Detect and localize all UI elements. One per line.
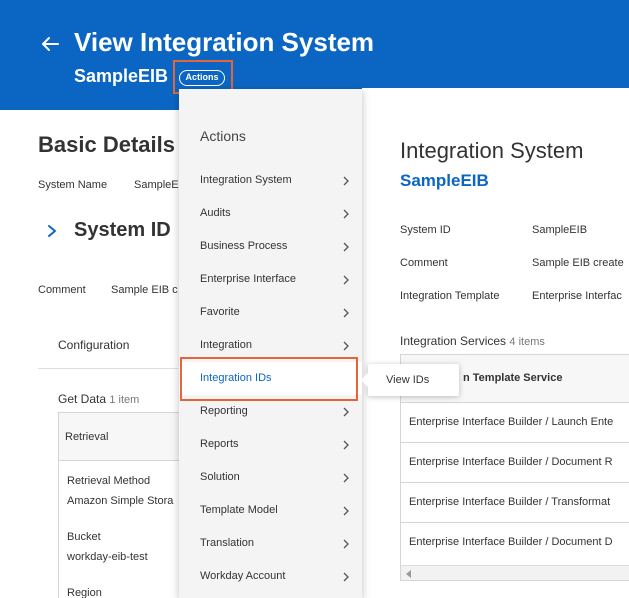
menu-item-label: Enterprise Interface — [200, 273, 296, 285]
table-row[interactable]: Enterprise Interface Builder / Document … — [401, 443, 629, 483]
integration-ids-highlight — [180, 357, 358, 401]
chevron-right-icon — [343, 209, 349, 219]
integration-system-title: Integration System — [400, 138, 584, 163]
view-ids-label: View IDs — [386, 374, 430, 386]
retrieval-header: Retrieval — [59, 413, 181, 461]
retrieval-table: Retrieval Retrieval Method Amazon Simple… — [58, 412, 181, 598]
chevron-right-icon — [343, 440, 349, 450]
menu-item-label: Business Process — [200, 240, 288, 252]
chevron-right-icon — [343, 176, 349, 186]
menu-item-label: Solution — [200, 471, 240, 483]
integration-services-title: Integration Services 4 items — [400, 334, 545, 348]
menu-item-integration-system[interactable]: Integration System — [179, 164, 362, 197]
menu-item-audits[interactable]: Audits — [179, 197, 362, 230]
field-value-integration-template[interactable]: Enterprise Interfac — [532, 290, 622, 302]
menu-item-label: Favorite — [200, 306, 240, 318]
menu-item-translation[interactable]: Translation — [179, 527, 362, 560]
menu-item-label: Reports — [200, 438, 239, 450]
page-title: View Integration System — [74, 27, 375, 57]
chevron-right-icon — [343, 341, 349, 351]
table-row[interactable]: Enterprise Interface Builder / Transform… — [401, 483, 629, 523]
view-ids-tooltip[interactable]: View IDs — [361, 364, 459, 396]
chevron-right-icon — [343, 242, 349, 252]
menu-item-favorite[interactable]: Favorite — [179, 296, 362, 329]
service-cell: Enterprise Interface Builder / Document … — [409, 536, 613, 548]
retrieval-header-label: Retrieval — [65, 431, 109, 443]
tab-divider — [38, 368, 178, 369]
service-cell: Enterprise Interface Builder / Document … — [409, 456, 613, 468]
horizontal-scrollbar[interactable] — [401, 565, 629, 580]
service-cell: Enterprise Interface Builder / Transform… — [409, 496, 611, 508]
field-value-system-id: SampleEIB — [532, 224, 588, 236]
chevron-right-icon — [343, 407, 349, 417]
menu-item-reports[interactable]: Reports — [179, 428, 362, 461]
tab-configuration[interactable]: Configuration — [58, 338, 129, 352]
menu-item-workday-account[interactable]: Workday Account — [179, 560, 362, 593]
get-data-count: 1 item — [109, 394, 140, 406]
tooltip-arrow — [361, 373, 368, 387]
menu-item-label: Integration System — [200, 174, 292, 186]
menu-item-template-model[interactable]: Template Model — [179, 494, 362, 527]
services-column-header: n Template Service — [463, 372, 563, 384]
region-label: Region — [67, 587, 102, 598]
integration-services-count: 4 items — [509, 336, 545, 348]
menu-item-label: Template Model — [200, 504, 278, 516]
bucket-value: workday-eib-test — [67, 551, 148, 563]
chevron-right-icon — [343, 539, 349, 549]
system-name-label: System Name — [38, 179, 108, 191]
get-data-label: Get Data — [58, 392, 107, 406]
chevron-right-icon — [343, 506, 349, 516]
integration-system-subtitle[interactable]: SampleEIB — [400, 171, 489, 191]
system-name-value: SampleE — [134, 179, 179, 191]
scroll-left-icon[interactable] — [406, 570, 411, 578]
menu-item-solution[interactable]: Solution — [179, 461, 362, 494]
menu-item-label: Reporting — [200, 405, 248, 417]
menu-item-label: Translation — [200, 537, 255, 549]
chevron-right-icon — [343, 308, 349, 318]
basic-details-title: Basic Details — [38, 132, 175, 157]
get-data-title: Get Data 1 item — [58, 392, 139, 406]
service-cell: Enterprise Interface Builder / Launch En… — [409, 416, 614, 428]
retrieval-method-label: Retrieval Method — [67, 475, 151, 487]
chevron-right-icon — [343, 473, 349, 483]
page-subtitle: SampleEIB — [74, 66, 169, 86]
menu-item-label: Workday Account — [200, 570, 286, 582]
table-row[interactable]: Enterprise Interface Builder / Launch En… — [401, 403, 629, 443]
retrieval-method-value: Amazon Simple Stora — [67, 495, 174, 507]
actions-menu: Actions Integration System Audits Busine… — [179, 89, 362, 598]
chevron-right-icon — [343, 275, 349, 285]
actions-menu-title: Actions — [200, 128, 246, 144]
menu-item-label: Integration — [200, 339, 252, 351]
chevron-right-icon — [343, 572, 349, 582]
field-label-comment: Comment — [400, 257, 448, 269]
comment-value: Sample EIB c — [111, 284, 178, 296]
back-arrow-icon[interactable] — [38, 32, 62, 56]
comment-label: Comment — [38, 284, 86, 296]
table-row[interactable]: Enterprise Interface Builder / Document … — [401, 523, 629, 563]
field-label-integration-template: Integration Template — [400, 290, 500, 302]
menu-item-business-process[interactable]: Business Process — [179, 230, 362, 263]
field-value-comment: Sample EIB create — [532, 257, 624, 269]
actions-button[interactable]: Actions — [179, 70, 225, 86]
field-label-system-id: System ID — [400, 224, 451, 236]
chevron-right-icon[interactable] — [46, 223, 58, 239]
integration-services-label: Integration Services — [400, 334, 507, 348]
menu-item-label: Audits — [200, 207, 231, 219]
system-id-section-title[interactable]: System ID — [74, 219, 171, 242]
menu-item-enterprise-interface[interactable]: Enterprise Interface — [179, 263, 362, 296]
bucket-label: Bucket — [67, 531, 101, 543]
